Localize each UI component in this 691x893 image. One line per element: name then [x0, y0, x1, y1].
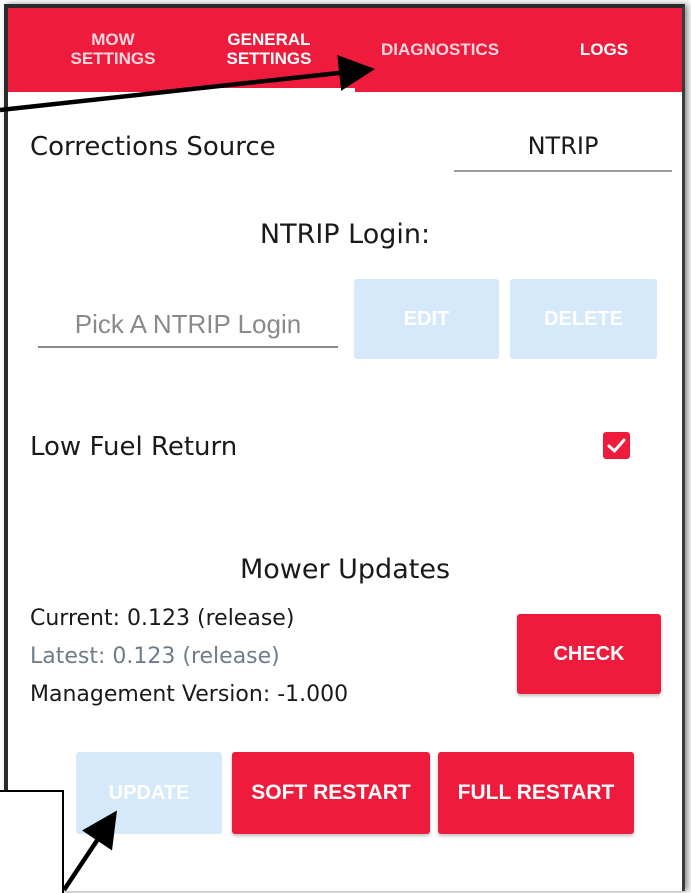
corrections-source-label: Corrections Source	[30, 132, 276, 162]
update-button[interactable]: UPDATE	[76, 752, 222, 834]
active-tab-indicator	[183, 88, 355, 92]
management-version-text: Management Version: -1.000	[30, 682, 349, 707]
tab-diagnostics[interactable]: DIAGNOSTICS	[360, 8, 520, 92]
tab-general-settings[interactable]: GENERAL SETTINGS	[183, 8, 355, 92]
checkmark-icon	[607, 438, 626, 453]
corrections-source-select[interactable]: NTRIP	[454, 132, 672, 160]
tab-mow-line1: MOW	[91, 30, 135, 50]
edit-button[interactable]: EDIT	[354, 279, 499, 359]
tab-bar: MOW SETTINGS GENERAL SETTINGS DIAGNOSTIC…	[8, 8, 682, 92]
current-version-text: Current: 0.123 (release)	[30, 606, 295, 631]
full-restart-button[interactable]: FULL RESTART	[438, 752, 634, 834]
low-fuel-return-checkbox[interactable]	[603, 432, 630, 459]
tab-diagnostics-label: DIAGNOSTICS	[380, 39, 500, 59]
check-button[interactable]: CHECK	[517, 614, 661, 694]
tab-mow-settings[interactable]: MOW SETTINGS	[48, 8, 178, 92]
ntrip-login-title: NTRIP Login:	[259, 219, 431, 250]
mower-updates-title: Mower Updates	[239, 554, 451, 585]
delete-button[interactable]: DELETE	[510, 279, 657, 359]
ntrip-login-picker[interactable]: Pick A NTRIP Login	[38, 300, 338, 348]
app-window: MOW SETTINGS GENERAL SETTINGS DIAGNOSTIC…	[4, 4, 685, 891]
low-fuel-return-label: Low Fuel Return	[30, 432, 238, 462]
annotation-callout-box	[0, 790, 64, 893]
latest-version-text: Latest: 0.123 (release)	[30, 644, 280, 669]
tab-general-line2: SETTINGS	[226, 49, 312, 68]
soft-restart-button[interactable]: SOFT RESTART	[232, 752, 430, 834]
tab-logs[interactable]: LOGS	[536, 8, 672, 92]
tab-logs-label: LOGS	[579, 39, 629, 59]
tab-general-line1: GENERAL	[227, 30, 311, 50]
corrections-source-underline	[454, 170, 672, 172]
tab-mow-line2: SETTINGS	[70, 49, 156, 68]
